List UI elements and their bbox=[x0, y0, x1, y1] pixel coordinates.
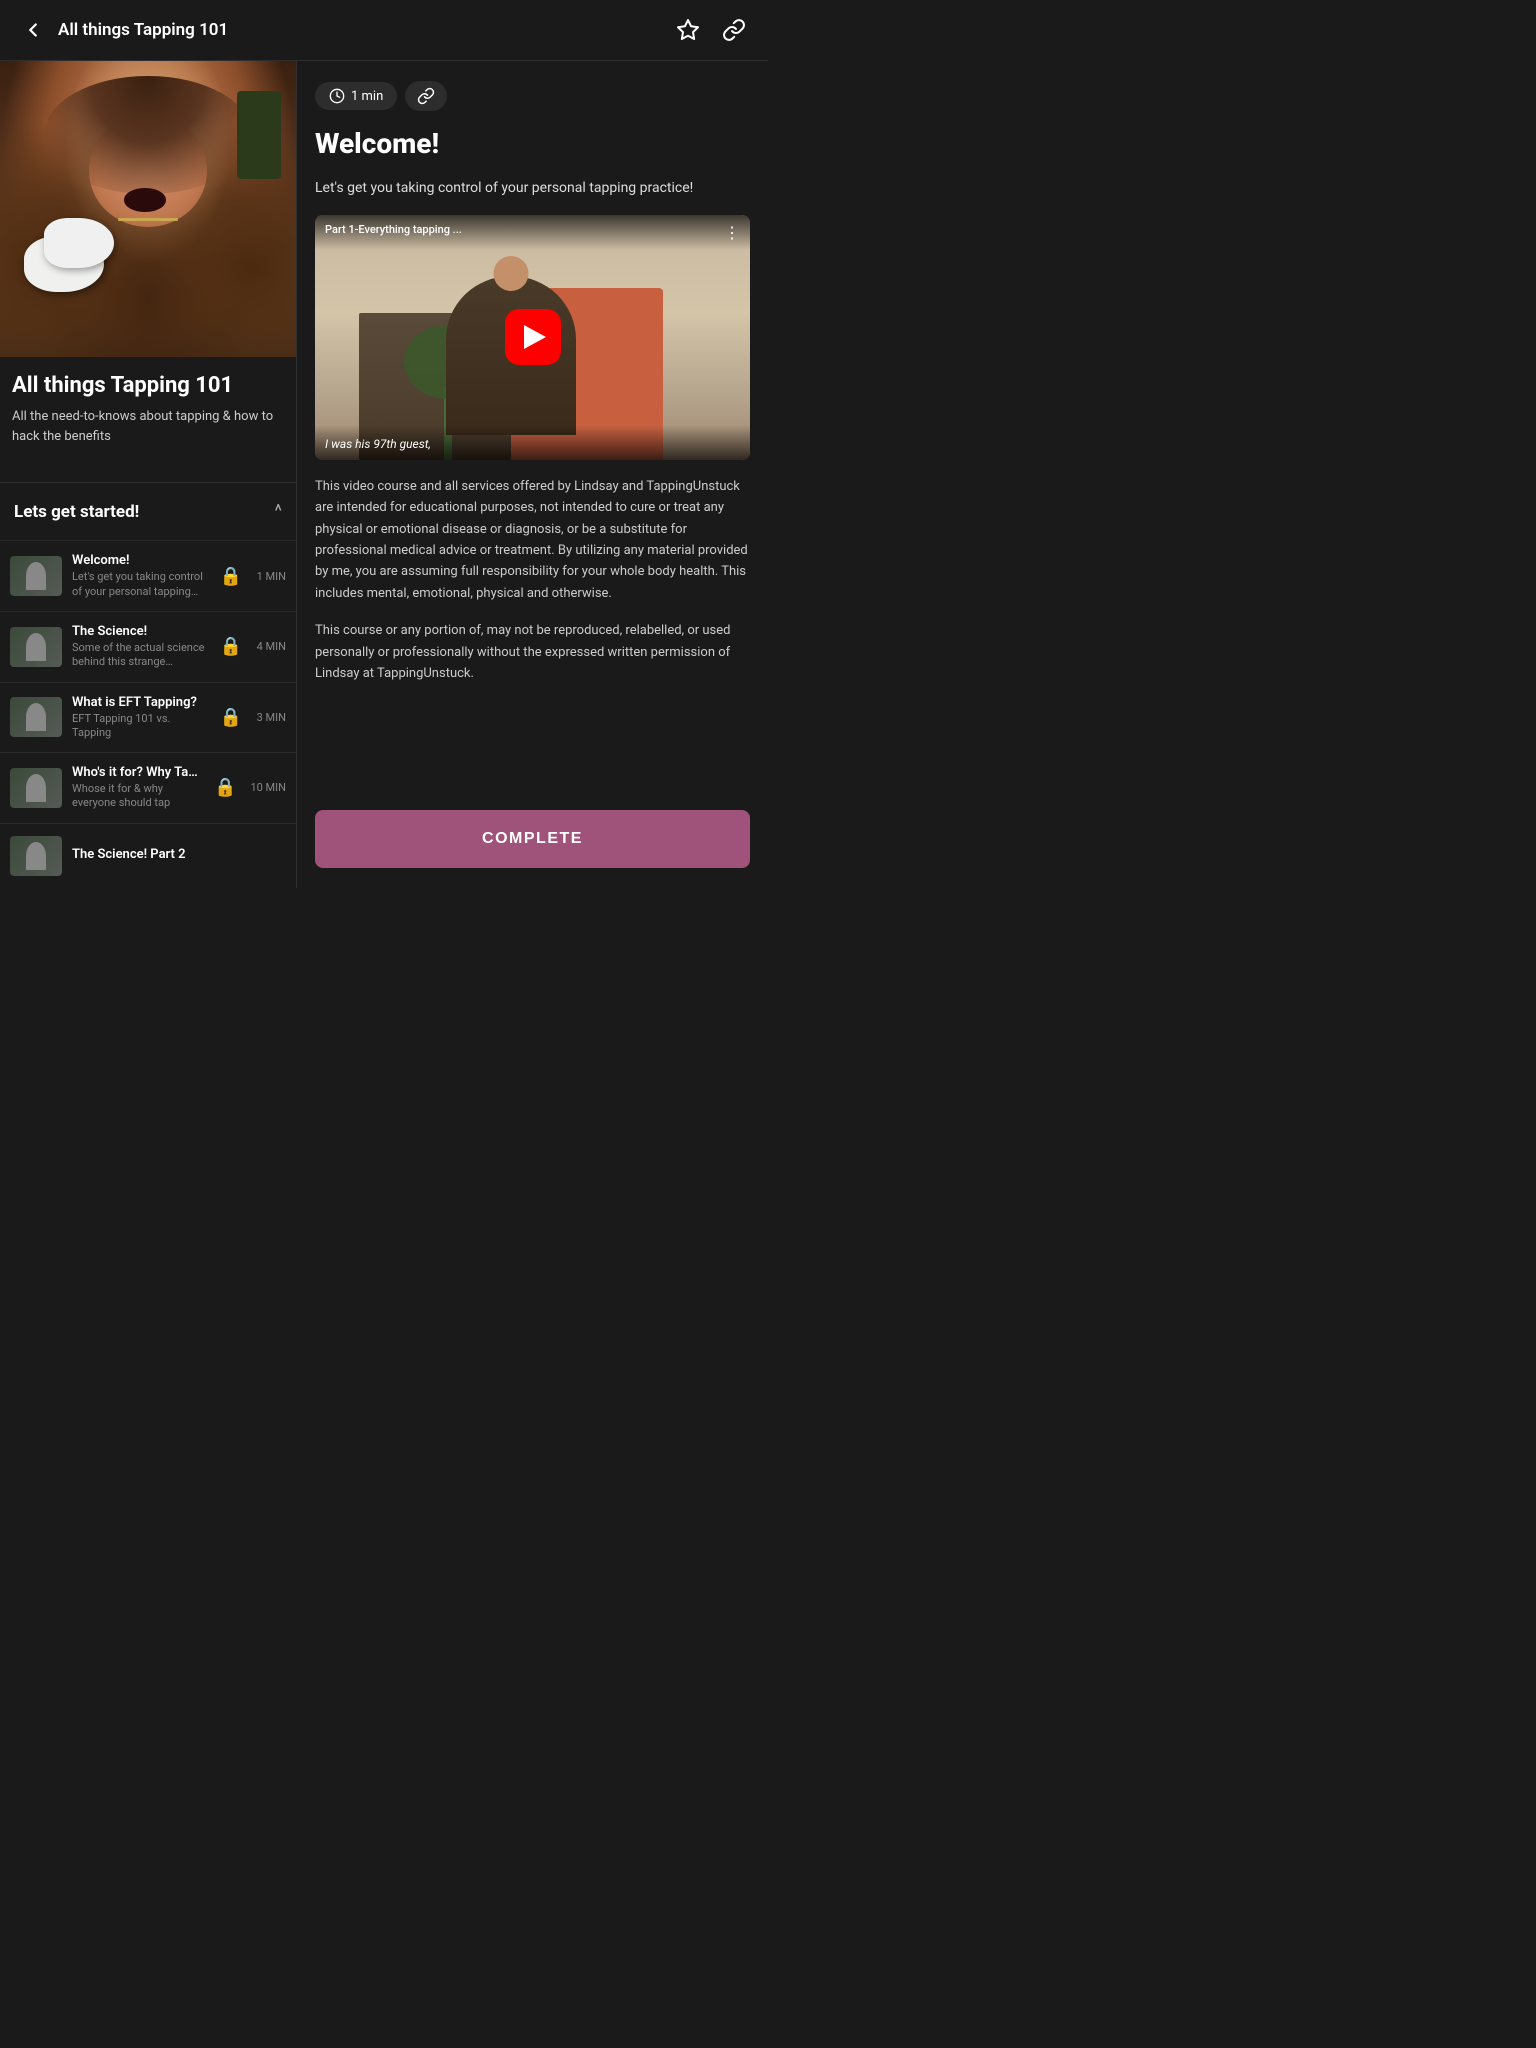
header-actions bbox=[672, 14, 750, 46]
right-panel: 1 min Welcome! Let's get you taking cont… bbox=[296, 61, 768, 888]
disclaimer-1: This video course and all services offer… bbox=[315, 476, 750, 605]
app-header: All things Tapping 101 bbox=[0, 0, 768, 61]
lesson-heading: Welcome! bbox=[315, 127, 750, 161]
lesson-desc: Let's get you taking control of your per… bbox=[72, 570, 206, 599]
play-circle bbox=[505, 309, 561, 365]
lesson-duration: 1 MIN bbox=[256, 570, 286, 583]
lesson-info: Welcome! Let's get you taking control of… bbox=[72, 553, 206, 599]
left-panel: All things Tapping 101 All the need-to-k… bbox=[0, 61, 296, 888]
lesson-desc: EFT Tapping 101 vs. Tapping bbox=[72, 712, 206, 741]
lesson-thumbnail bbox=[10, 768, 62, 808]
course-title: All things Tapping 101 bbox=[12, 373, 284, 399]
lesson-duration: 4 MIN bbox=[256, 640, 286, 653]
course-hero-image bbox=[0, 61, 296, 357]
main-layout: All things Tapping 101 All the need-to-k… bbox=[0, 61, 768, 888]
thumb-bg bbox=[10, 627, 62, 667]
course-subtitle: All the need-to-knows about tapping & ho… bbox=[12, 407, 284, 446]
yt-caption: I was his 97th guest, bbox=[325, 437, 431, 451]
youtube-play-button[interactable] bbox=[505, 309, 561, 365]
yt-top-bar: Part 1-Everything tapping ... ⋮ bbox=[315, 215, 750, 250]
link-icon bbox=[417, 87, 435, 105]
lesson-info: Who's it for? Why Tap? Whose it for & wh… bbox=[72, 765, 200, 811]
thumb-person bbox=[26, 633, 46, 661]
lock-icon: 🔒 bbox=[220, 636, 242, 657]
section-label: Lets get started! bbox=[14, 502, 139, 522]
thumb-bg bbox=[10, 836, 62, 876]
lesson-info: The Science! Part 2 bbox=[72, 847, 246, 864]
lesson-thumbnail bbox=[10, 697, 62, 737]
back-button[interactable] bbox=[18, 15, 48, 45]
lock-icon: 🔒 bbox=[214, 777, 236, 798]
lesson-list: Welcome! Let's get you taking control of… bbox=[0, 540, 296, 887]
lesson-title: What is EFT Tapping? bbox=[72, 695, 206, 710]
lesson-item[interactable]: The Science! Part 2 bbox=[0, 823, 296, 888]
share-button[interactable] bbox=[718, 14, 750, 46]
lesson-item[interactable]: Welcome! Let's get you taking control of… bbox=[0, 540, 296, 611]
lesson-info: What is EFT Tapping? EFT Tapping 101 vs.… bbox=[72, 695, 206, 741]
lesson-thumbnail bbox=[10, 627, 62, 667]
lesson-thumbnail bbox=[10, 836, 62, 876]
chevron-up-icon: ^ bbox=[274, 501, 282, 522]
header-title: All things Tapping 101 bbox=[58, 20, 228, 40]
lesson-duration: 3 MIN bbox=[256, 711, 286, 724]
thumb-bg bbox=[10, 556, 62, 596]
lesson-desc: Whose it for & why everyone should tap bbox=[72, 782, 200, 811]
thumb-person bbox=[26, 774, 46, 802]
course-info: All things Tapping 101 All the need-to-k… bbox=[0, 357, 296, 482]
lesson-title: The Science! Part 2 bbox=[72, 847, 246, 862]
complete-button[interactable]: COMPLETE bbox=[315, 810, 750, 868]
play-triangle-icon bbox=[524, 325, 546, 349]
lesson-item[interactable]: Who's it for? Why Tap? Whose it for & wh… bbox=[0, 752, 296, 823]
yt-bottom-bar: I was his 97th guest, bbox=[315, 425, 750, 460]
lesson-info: The Science! Some of the actual science … bbox=[72, 624, 206, 670]
lesson-thumbnail bbox=[10, 556, 62, 596]
video-container[interactable]: Part 1-Everything tapping ... ⋮ I was hi… bbox=[315, 215, 750, 460]
lesson-intro: Let's get you taking control of your per… bbox=[315, 177, 750, 199]
header-left: All things Tapping 101 bbox=[18, 15, 228, 45]
bookmark-button[interactable] bbox=[672, 14, 704, 46]
lock-icon: 🔒 bbox=[220, 707, 242, 728]
lesson-item[interactable]: What is EFT Tapping? EFT Tapping 101 vs.… bbox=[0, 682, 296, 753]
section-header[interactable]: Lets get started! ^ bbox=[0, 482, 296, 540]
disclaimer-2: This course or any portion of, may not b… bbox=[315, 620, 750, 684]
person-head bbox=[493, 256, 528, 291]
yt-more-icon: ⋮ bbox=[724, 223, 740, 242]
hero-face-bg bbox=[0, 61, 296, 357]
thumb-person bbox=[26, 703, 46, 731]
lesson-title: Welcome! bbox=[72, 553, 206, 568]
duration-text: 1 min bbox=[351, 89, 383, 104]
thumb-bg bbox=[10, 697, 62, 737]
meta-row: 1 min bbox=[315, 81, 750, 111]
lock-icon: 🔒 bbox=[220, 566, 242, 587]
thumb-person bbox=[26, 562, 46, 590]
lesson-desc: Some of the actual science behind this s… bbox=[72, 641, 206, 670]
clock-icon bbox=[329, 88, 345, 104]
duration-pill: 1 min bbox=[315, 82, 397, 110]
lesson-title: Who's it for? Why Tap? bbox=[72, 765, 200, 780]
lesson-title: The Science! bbox=[72, 624, 206, 639]
lesson-item[interactable]: The Science! Some of the actual science … bbox=[0, 611, 296, 682]
thumb-bg bbox=[10, 768, 62, 808]
thumb-person bbox=[26, 842, 46, 870]
share-pill[interactable] bbox=[405, 81, 447, 111]
yt-video-title: Part 1-Everything tapping ... bbox=[325, 223, 462, 236]
lesson-duration: 10 MIN bbox=[250, 781, 286, 794]
video-thumbnail: Part 1-Everything tapping ... ⋮ I was hi… bbox=[315, 215, 750, 460]
